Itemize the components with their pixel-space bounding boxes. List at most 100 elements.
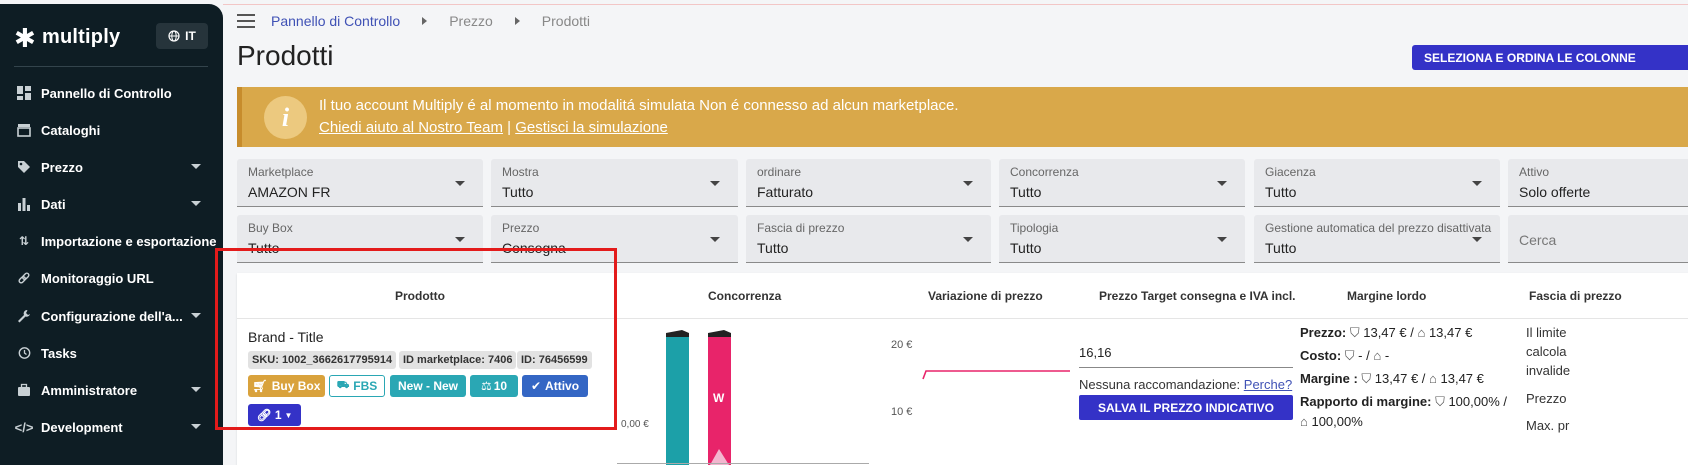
chevron-down-icon [191, 424, 201, 429]
margin-ratio-row: Rapporto di margine: ⛉ 100,00% / [1300, 394, 1508, 409]
tag-icon [16, 159, 32, 175]
sidebar-item-dashboard[interactable]: Pannello di Controllo [0, 76, 223, 110]
price-range-text: Max. pr [1526, 418, 1570, 433]
filter-competition[interactable]: Concorrenza Tutto [999, 159, 1245, 207]
sidebar-item-price[interactable]: Prezzo [0, 150, 223, 184]
history-icon [16, 345, 32, 361]
column-header[interactable]: Margine lordo [1347, 289, 1426, 303]
chevron-down-icon [191, 387, 201, 392]
sidebar-item-development[interactable]: </> Development [0, 410, 223, 444]
filter-value: Tutto [1265, 240, 1297, 256]
sidebar-item-data[interactable]: Dati [0, 187, 223, 221]
highlight-box [215, 248, 617, 430]
menu-icon[interactable] [237, 14, 255, 28]
help-link[interactable]: Chiedi aiuto al Nostro Team [319, 119, 503, 136]
link-icon [16, 270, 32, 286]
wrench-icon [16, 308, 32, 324]
banner-links: Chiedi aiuto al Nostro Team | Gestisci l… [319, 119, 668, 136]
breadcrumb-item[interactable]: Prezzo [449, 13, 493, 29]
filter-auto-pricing[interactable]: Gestione automatica del prezzo disattiva… [1254, 215, 1500, 263]
margin-label: Rapporto di margine: [1300, 394, 1432, 409]
sidebar-item-label: Development [41, 419, 123, 435]
dashboard-icon [16, 85, 32, 101]
dropdown-arrow-icon [1217, 237, 1227, 242]
sidebar: ✱ multiply IT Pannello di Controllo Cata… [0, 4, 223, 465]
margin-value: 100,00% [1448, 394, 1500, 409]
home-icon: ⌂ [1417, 325, 1429, 340]
margin-label: Costo: [1300, 348, 1342, 363]
sidebar-item-label: Monitoraggio URL [41, 270, 154, 286]
dropdown-arrow-icon [963, 181, 973, 186]
column-header[interactable]: Concorrenza [708, 289, 781, 303]
simulation-banner: i Il tuo account Multiply é al momento i… [237, 87, 1688, 147]
filter-label: Buy Box [248, 221, 293, 235]
sidebar-item-admin[interactable]: Amministratore [0, 373, 223, 407]
top-border [223, 4, 1688, 5]
breadcrumb-separator-icon [514, 17, 520, 25]
sidebar-item-configuration[interactable]: Configurazione dell'a... [0, 299, 223, 333]
column-header[interactable]: Prezzo Target consegna e IVA incl. [1099, 289, 1296, 303]
margin-value: 13,47 € [1440, 371, 1484, 386]
sidebar-item-tasks[interactable]: Tasks [0, 336, 223, 370]
sidebar-item-url-monitoring[interactable]: Monitoraggio URL [0, 261, 223, 295]
margin-value: 13,47 € [1363, 325, 1407, 340]
filter-value: Tutto [502, 184, 534, 200]
sidebar-item-label: Importazione e esportazione [41, 233, 217, 249]
column-header[interactable]: Fascia di prezzo [1529, 289, 1622, 303]
price-range-text: Il limite [1526, 325, 1567, 340]
sidebar-item-catalogs[interactable]: Cataloghi [0, 113, 223, 147]
bag-icon: ⛉ [1344, 348, 1359, 363]
filter-value: Fatturato [757, 184, 814, 200]
filter-type[interactable]: Tipologia Tutto [999, 215, 1245, 263]
filter-price-range[interactable]: Fascia di prezzo Tutto [746, 215, 991, 263]
search-placeholder: Cerca [1519, 232, 1557, 248]
filter-label: Mostra [502, 165, 539, 179]
margin-ratio-row-2: ⌂ 100,00% [1300, 414, 1363, 429]
breadcrumb: Pannello di Controllo Prezzo Prodotti [271, 13, 590, 29]
input-underline [1079, 367, 1293, 368]
price-line [922, 370, 1070, 380]
select-columns-button[interactable]: SELEZIONA E ORDINA LE COLONNE [1412, 45, 1688, 70]
language-label: IT [185, 29, 196, 43]
dropdown-arrow-icon [1472, 181, 1482, 186]
why-link[interactable]: Perche? [1244, 377, 1292, 392]
bar-chart-icon [16, 196, 32, 212]
dropdown-arrow-icon [963, 237, 973, 242]
filter-label: Giacenza [1265, 165, 1316, 179]
breadcrumb-item[interactable]: Pannello di Controllo [271, 13, 400, 29]
filter-value: Tutto [1265, 184, 1297, 200]
logo[interactable]: ✱ multiply [14, 25, 120, 51]
language-selector[interactable]: IT [156, 23, 208, 49]
margin-price-row: Prezzo: ⛉ 13,47 € / ⌂ 13,47 € [1300, 325, 1473, 340]
filter-label: Attivo [1519, 165, 1550, 179]
save-target-price-button[interactable]: SALVA IL PREZZO INDICATIVO [1079, 395, 1293, 420]
filter-marketplace[interactable]: Marketplace AMAZON FR [237, 159, 483, 207]
filter-label: Concorrenza [1010, 165, 1079, 179]
page-title: Prodotti [237, 40, 334, 71]
sidebar-item-label: Prezzo [41, 159, 83, 175]
bag-icon: ⛉ [1361, 371, 1375, 386]
target-price-input[interactable]: 16,16 [1079, 345, 1112, 360]
breadcrumb-item: Prodotti [541, 13, 591, 29]
search-input[interactable]: Cerca [1508, 215, 1688, 263]
sidebar-item-import-export[interactable]: ⇅ Importazione e esportazione [0, 224, 223, 258]
filter-stock[interactable]: Giacenza Tutto [1254, 159, 1500, 207]
margin-value: 13,47 € [1374, 371, 1419, 386]
home-icon: ⌂ [1373, 348, 1385, 363]
margin-label: Margine : [1300, 371, 1358, 386]
axis-zero-label: 0,00 € [621, 419, 649, 430]
manage-simulation-link[interactable]: Gestisci la simulazione [515, 119, 668, 136]
filter-value: Tutto [1010, 240, 1042, 256]
competitor-bar [666, 333, 689, 465]
filter-label: Prezzo [502, 221, 540, 235]
filter-value: Tutto [1010, 184, 1042, 200]
margin-value: 13,47 € [1428, 325, 1473, 340]
sidebar-item-label: Dati [41, 196, 66, 212]
margin-cost-row: Costo: ⛉ - / ⌂ - [1300, 348, 1390, 363]
chevron-down-icon [191, 201, 201, 206]
column-header[interactable]: Variazione di prezzo [928, 289, 1043, 303]
filter-active[interactable]: Attivo Solo offerte [1508, 159, 1688, 207]
filter-sort[interactable]: ordinare Fatturato [746, 159, 991, 207]
filter-show[interactable]: Mostra Tutto [491, 159, 738, 207]
code-icon: </> [14, 419, 34, 435]
